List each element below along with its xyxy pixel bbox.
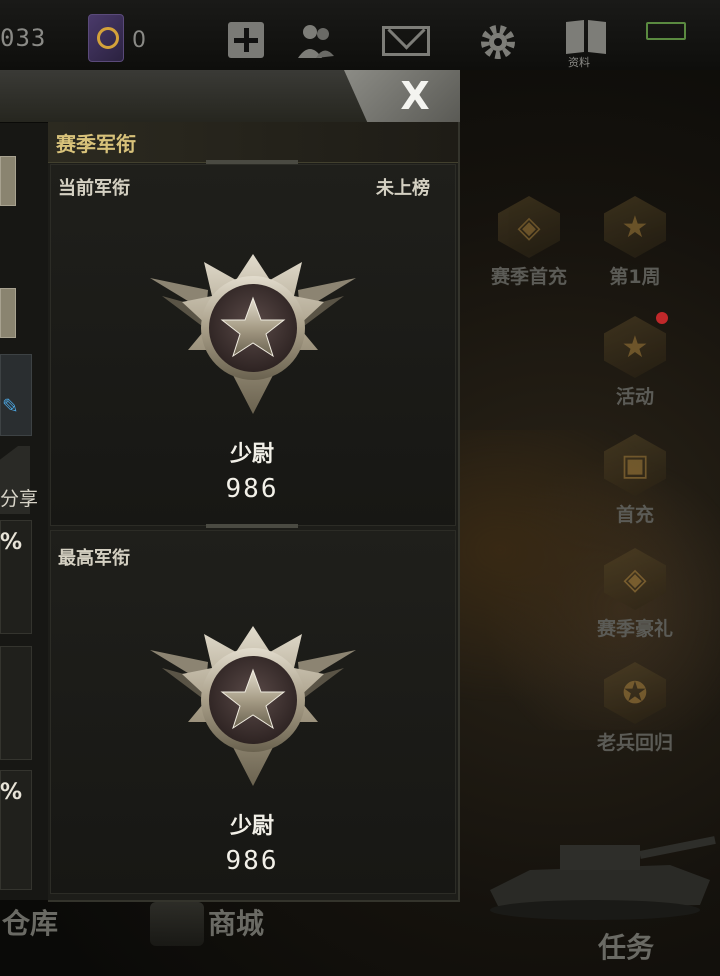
shop-icon[interactable] [150,902,204,946]
highest-rank-name: 少尉 [229,814,274,839]
document-icon[interactable] [562,16,610,56]
side-event-label: 老兵回归 [596,732,673,754]
side-event-label: 赛季首充 [490,266,567,288]
chest-icon: ▣ [604,434,666,496]
friends-icon[interactable] [296,20,336,60]
side-event-veteran-return[interactable]: ✪ 老兵回归 [580,662,690,755]
left-tab-1[interactable] [0,156,16,206]
left-tab-2[interactable] [0,288,16,338]
current-rank-label: 当前军衔 [58,178,130,199]
plus-icon[interactable] [228,22,264,58]
close-button[interactable]: X [390,74,440,118]
gold-star-icon: ★ [604,196,666,258]
season-badge-icon: ◈ [498,196,560,258]
top-status-bar: 033 0 资料 [0,0,720,70]
side-event-label: 活动 [615,386,654,408]
star-medal-icon: ★ [604,316,666,378]
rank-badge-icon [150,254,356,414]
side-event-label: 第1周 [609,266,661,288]
section-title: 赛季军衔 [56,132,136,156]
side-event-season-recharge[interactable]: ◈ 赛季首充 [474,196,584,289]
side-event-label: 赛季豪礼 [596,618,673,640]
highest-rank-label: 最高军衔 [58,548,130,569]
rank-badge-icon [150,626,356,786]
document-label: 资料 [568,56,590,69]
battery-icon [646,22,686,40]
side-event-week1[interactable]: ★ 第1周 [580,196,690,289]
percent-value-1: % [0,530,23,555]
card-divider [206,160,298,164]
percent-value-2: % [0,780,23,805]
highest-rank-score: 986 [225,846,279,876]
leaderboard-status: 未上榜 [376,178,430,199]
side-event-activity[interactable]: ★ 活动 [580,316,690,409]
current-rank-score: 986 [225,474,279,504]
side-event-first-recharge[interactable]: ▣ 首充 [580,434,690,527]
mail-icon[interactable] [382,26,430,56]
gear-icon[interactable] [478,22,518,62]
veteran-icon: ✪ [604,662,666,724]
tickets-value: 0 [132,28,146,53]
season-gift-icon: ◈ [604,548,666,610]
side-event-label: 首充 [615,504,654,526]
tank-silhouette [490,836,716,920]
side-event-season-gift[interactable]: ◈ 赛季豪礼 [580,548,690,641]
current-rank-name: 少尉 [229,442,274,467]
share-button[interactable]: 分享 [0,484,38,511]
currency-value: 033 [0,24,47,52]
shop-button[interactable]: 商城 [208,902,264,942]
warehouse-button[interactable]: 仓库 [2,902,58,942]
notification-dot [656,312,668,324]
mission-button[interactable]: 任务 [598,926,654,966]
card-divider [206,524,298,528]
book-icon[interactable] [88,14,124,62]
left-info-box-2 [0,646,32,760]
edit-icon: ✎ [2,394,19,418]
